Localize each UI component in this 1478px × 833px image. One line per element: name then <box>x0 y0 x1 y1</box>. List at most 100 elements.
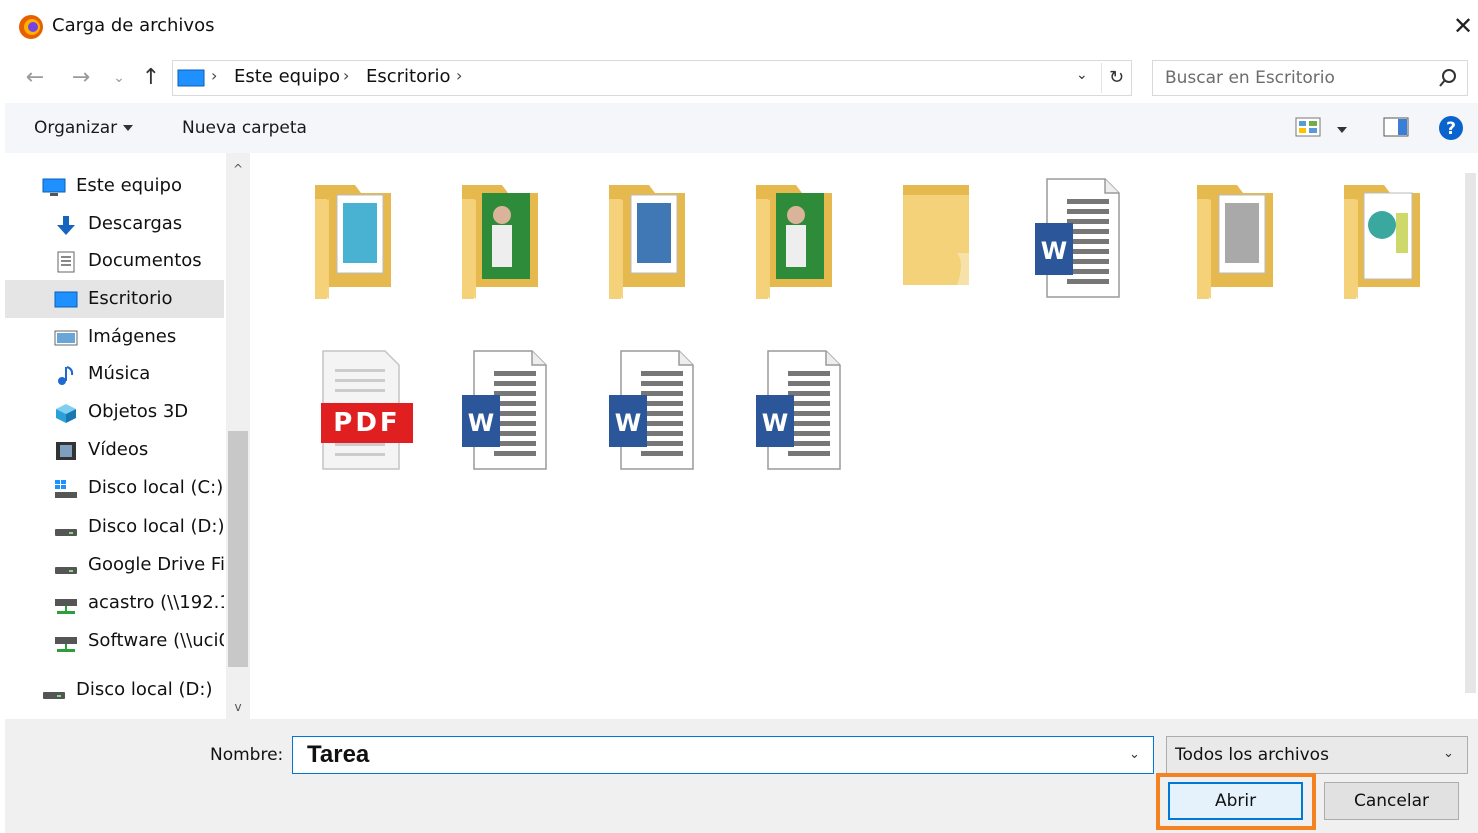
sidebar-item[interactable]: Documentos <box>5 242 224 280</box>
folder-icon <box>1344 185 1420 299</box>
word-file-icon: W <box>609 350 694 470</box>
breadcrumb-separator[interactable]: › <box>456 66 462 85</box>
file-type-select[interactable]: Todos los archivos ⌄ <box>1166 736 1468 774</box>
back-button[interactable]: ← <box>20 63 50 93</box>
change-view-icon[interactable] <box>1295 117 1321 137</box>
chevron-down-icon: ⌄ <box>1443 746 1454 761</box>
sidebar-item[interactable]: Este equipo <box>5 167 224 205</box>
folder-icon <box>756 185 832 299</box>
folder-item[interactable] <box>1324 173 1454 323</box>
window-title: Carga de archivos <box>52 15 215 36</box>
refresh-button[interactable]: ↻ <box>1101 63 1131 93</box>
breadcrumb-separator: › <box>343 66 350 85</box>
file-name-dropdown-icon[interactable]: ⌄ <box>1129 747 1140 762</box>
svg-text:W: W <box>762 409 788 437</box>
pdf-file-icon: PDF <box>321 350 413 470</box>
search-icon[interactable] <box>1437 67 1459 89</box>
documents-icon <box>57 251 75 273</box>
3d-objects-icon <box>56 404 76 423</box>
word-file-icon: W <box>462 350 547 470</box>
folder-item[interactable] <box>736 173 866 323</box>
sidebar-item-label: acastro (\\192.16 <box>88 592 224 613</box>
search-input[interactable] <box>1153 61 1423 95</box>
sidebar-item[interactable]: Escritorio <box>5 280 224 318</box>
forward-button[interactable]: → <box>66 63 96 93</box>
folder-item[interactable] <box>442 173 572 323</box>
sidebar-item[interactable]: acastro (\\192.16 <box>5 584 224 622</box>
breadcrumb-este-equipo[interactable]: Este equipo <box>234 66 340 87</box>
word-file-item[interactable]: W <box>442 345 572 495</box>
scroll-up-icon[interactable]: ^ <box>232 163 244 175</box>
nav-scrollbar-thumb[interactable] <box>228 431 248 667</box>
up-button[interactable]: ↑ <box>136 63 166 93</box>
address-dropdown-icon[interactable]: ⌄ <box>1076 67 1088 83</box>
sidebar-item[interactable]: Música <box>5 355 224 393</box>
sidebar-item[interactable]: Software (\\uci0 <box>5 622 224 660</box>
preview-pane-icon[interactable] <box>1383 117 1409 137</box>
sidebar-item[interactable]: Descargas <box>5 205 224 243</box>
sidebar-item[interactable]: Imágenes <box>5 318 224 356</box>
folder-icon <box>315 185 391 299</box>
breadcrumb-separator: › <box>211 66 218 85</box>
address-bar[interactable]: › Este equipo › Escritorio › ⌄ ↻ <box>172 60 1132 96</box>
network-drive-icon <box>55 637 77 652</box>
search-box <box>1152 60 1468 96</box>
sidebar-item-label: Software (\\uci0 <box>88 630 224 651</box>
nav-scrollbar[interactable]: ^ v <box>226 153 250 719</box>
address-row: ← → ⌄ ↑ › Este equipo › Escritorio › ⌄ ↻ <box>0 55 1478 103</box>
sidebar-item-label: Disco local (C:) <box>88 477 224 498</box>
sidebar-item-label: Música <box>88 363 151 384</box>
folder-item[interactable] <box>589 173 719 323</box>
view-options-dropdown-icon[interactable] <box>1337 127 1347 133</box>
drive-icon <box>55 529 77 536</box>
new-folder-button[interactable]: Nueva carpeta <box>182 118 307 138</box>
videos-icon <box>56 442 76 460</box>
content-scrollbar-thumb[interactable] <box>1465 173 1476 693</box>
recent-locations-button[interactable]: ⌄ <box>104 63 134 93</box>
sidebar-item[interactable]: Google Drive File <box>5 546 224 584</box>
sidebar-item-label: Disco local (D:) <box>88 516 224 537</box>
chevron-down-icon <box>123 125 134 131</box>
content-scrollbar[interactable] <box>1463 153 1478 719</box>
sidebar-item-label: Google Drive File <box>88 554 224 575</box>
sidebar-item-label: Documentos <box>88 250 202 271</box>
word-file-item[interactable]: W <box>589 345 719 495</box>
breadcrumb-escritorio[interactable]: Escritorio <box>366 66 451 87</box>
sidebar-item[interactable]: Disco local (D:) <box>5 508 224 546</box>
sidebar-item[interactable]: Vídeos <box>5 431 224 469</box>
this-pc-icon <box>177 69 205 87</box>
this-pc-icon <box>42 178 66 196</box>
folder-item[interactable] <box>295 173 425 323</box>
folder-item[interactable] <box>883 173 1013 323</box>
svg-text:W: W <box>1041 237 1067 265</box>
sidebar-item[interactable]: Disco local (C:) <box>5 469 224 507</box>
word-file-icon: W <box>756 350 841 470</box>
desktop-icon <box>54 291 78 308</box>
sidebar-item[interactable]: Objetos 3D <box>5 393 224 431</box>
organize-menu[interactable]: Organizar <box>34 118 134 138</box>
network-drive-icon <box>55 599 77 614</box>
cancel-button[interactable]: Cancelar <box>1324 782 1459 820</box>
scroll-down-icon[interactable]: v <box>232 701 244 713</box>
word-file-item[interactable]: W <box>736 345 866 495</box>
file-name-field: ⌄ <box>292 736 1154 774</box>
close-button[interactable]: ✕ <box>1450 12 1476 40</box>
help-icon[interactable]: ? <box>1438 115 1464 141</box>
sidebar-item-label: Este equipo <box>76 175 182 196</box>
drive-icon <box>55 567 77 574</box>
windows-drive-icon <box>55 480 77 498</box>
command-bar: Organizar Nueva carpeta ? <box>5 103 1478 153</box>
word-file-item[interactable]: W <box>1015 173 1145 323</box>
folder-icon <box>609 185 685 299</box>
word-file-icon: W <box>1035 178 1120 298</box>
svg-text:?: ? <box>1446 119 1456 139</box>
svg-text:W: W <box>468 409 494 437</box>
pdf-file-item[interactable]: PDF <box>295 345 425 495</box>
folder-item[interactable] <box>1177 173 1307 323</box>
downloads-icon <box>57 216 75 235</box>
sidebar-item[interactable]: Disco local (D:) <box>5 671 224 709</box>
open-button[interactable]: Abrir <box>1168 782 1303 820</box>
pictures-icon <box>54 330 78 346</box>
file-name-input[interactable] <box>293 737 1113 773</box>
firefox-icon <box>19 15 43 39</box>
